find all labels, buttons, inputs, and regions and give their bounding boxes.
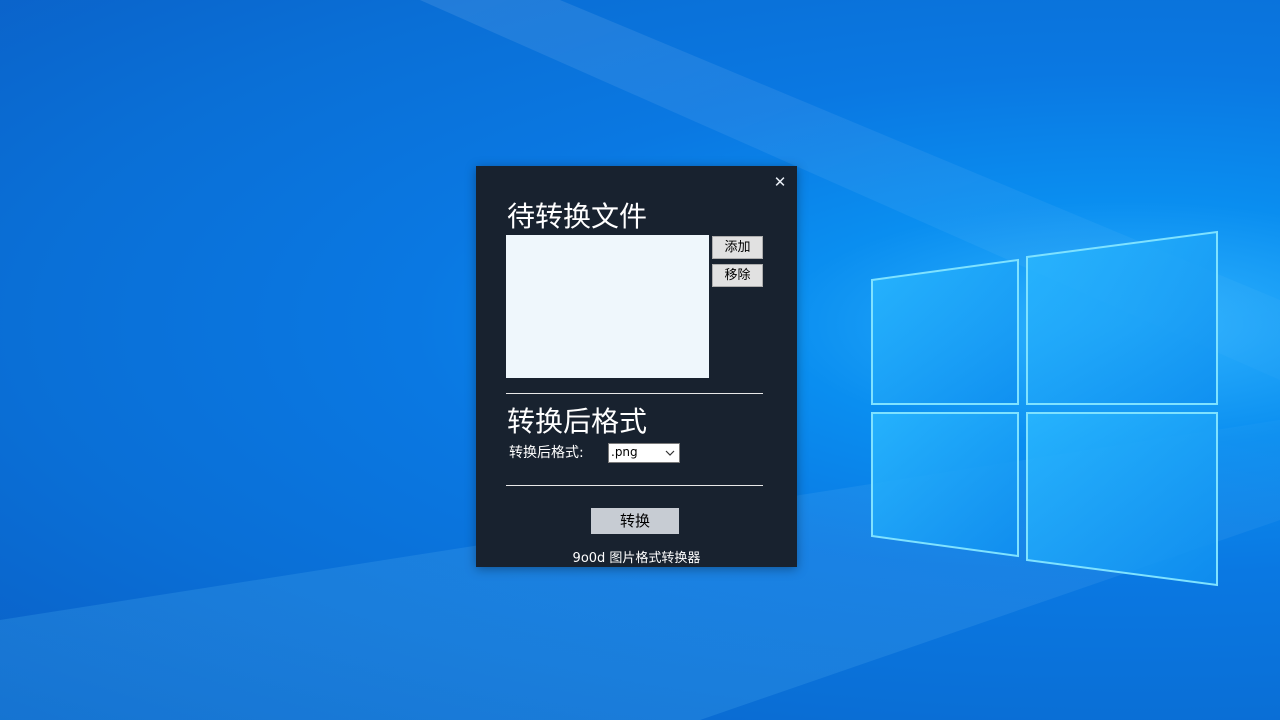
divider <box>506 393 763 394</box>
files-section-title: 待转换文件 <box>507 200 648 233</box>
format-section-title: 转换后格式 <box>507 405 648 438</box>
chevron-down-icon <box>665 450 675 456</box>
desktop-background: ✕ 待转换文件 添加 移除 转换后格式 转换后格式: .png 转换 9o0d … <box>0 0 1280 720</box>
app-footer: 9o0d 图片格式转换器 <box>572 551 701 566</box>
format-label: 转换后格式: <box>509 445 584 461</box>
add-button[interactable]: 添加 <box>712 236 763 259</box>
file-list[interactable] <box>506 235 709 378</box>
converter-window: ✕ 待转换文件 添加 移除 转换后格式 转换后格式: .png 转换 9o0d … <box>476 166 797 567</box>
format-selected-value: .png <box>611 445 638 459</box>
format-select[interactable]: .png <box>608 443 680 463</box>
close-icon: ✕ <box>773 173 787 191</box>
divider <box>506 485 763 486</box>
convert-button[interactable]: 转换 <box>591 508 679 534</box>
close-button[interactable]: ✕ <box>770 172 790 192</box>
remove-button[interactable]: 移除 <box>712 264 763 287</box>
